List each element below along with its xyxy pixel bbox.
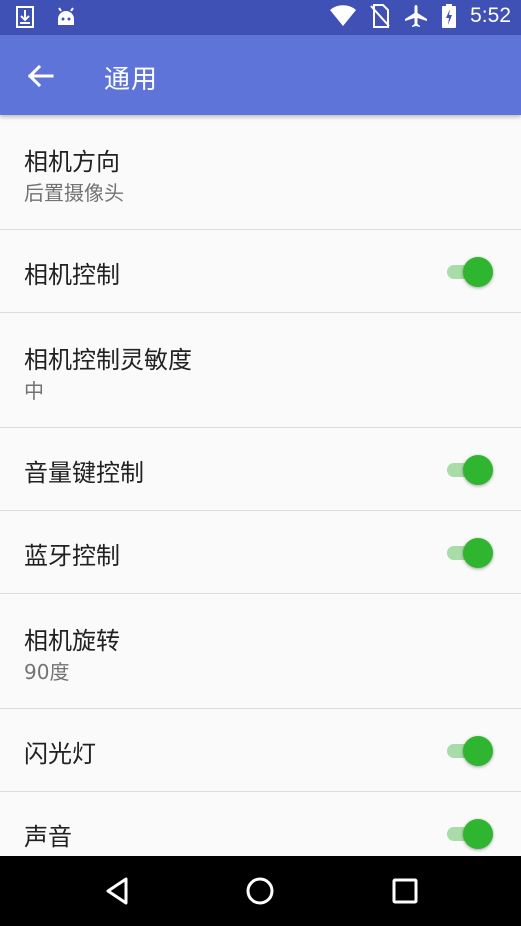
settings-list: 相机方向 后置摄像头 相机控制 相机控制灵敏度 中 音量键控制 蓝牙控制 相机旋… [0, 115, 521, 856]
setting-sound[interactable]: 声音 [0, 792, 521, 856]
setting-summary: 中 [24, 379, 44, 403]
camera-control-toggle[interactable] [447, 257, 493, 287]
setting-title: 蓝牙控制 [24, 542, 120, 570]
setting-volume-key-control[interactable]: 音量键控制 [0, 428, 521, 511]
setting-title: 音量键控制 [24, 459, 144, 487]
setting-summary: 后置摄像头 [24, 181, 124, 205]
arrow-back-icon[interactable] [26, 62, 54, 90]
setting-title: 相机控制灵敏度 [24, 346, 192, 374]
setting-camera-direction[interactable]: 相机方向 后置摄像头 [0, 115, 521, 230]
volume-key-control-toggle[interactable] [447, 455, 493, 485]
setting-title: 相机方向 [24, 148, 120, 176]
status-bar: 5:52 [0, 0, 521, 35]
android-icon [58, 7, 74, 25]
app-bar: 通用 [0, 35, 521, 115]
download-icon [16, 6, 34, 28]
setting-bluetooth-control[interactable]: 蓝牙控制 [0, 511, 521, 594]
setting-title: 闪光灯 [24, 740, 96, 768]
airplane-icon [405, 5, 428, 27]
setting-camera-sensitivity[interactable]: 相机控制灵敏度 中 [0, 313, 521, 428]
setting-title: 相机旋转 [24, 627, 120, 655]
setting-summary: 90度 [24, 660, 70, 684]
no-sim-icon [370, 4, 390, 28]
navigation-bar [0, 856, 521, 926]
setting-camera-control[interactable]: 相机控制 [0, 230, 521, 313]
battery-icon [442, 4, 457, 28]
sound-toggle[interactable] [447, 819, 493, 849]
flash-toggle[interactable] [447, 736, 493, 766]
recents-square-icon[interactable] [390, 876, 420, 906]
status-time: 5:52 [470, 4, 511, 27]
setting-title: 声音 [24, 823, 72, 851]
wifi-icon [330, 5, 357, 27]
setting-flash[interactable]: 闪光灯 [0, 709, 521, 792]
back-triangle-icon[interactable] [102, 876, 132, 906]
page-title: 通用 [104, 65, 159, 95]
setting-title: 相机控制 [24, 261, 120, 289]
home-circle-icon[interactable] [245, 876, 275, 906]
bluetooth-control-toggle[interactable] [447, 538, 493, 568]
setting-camera-rotation[interactable]: 相机旋转 90度 [0, 594, 521, 709]
